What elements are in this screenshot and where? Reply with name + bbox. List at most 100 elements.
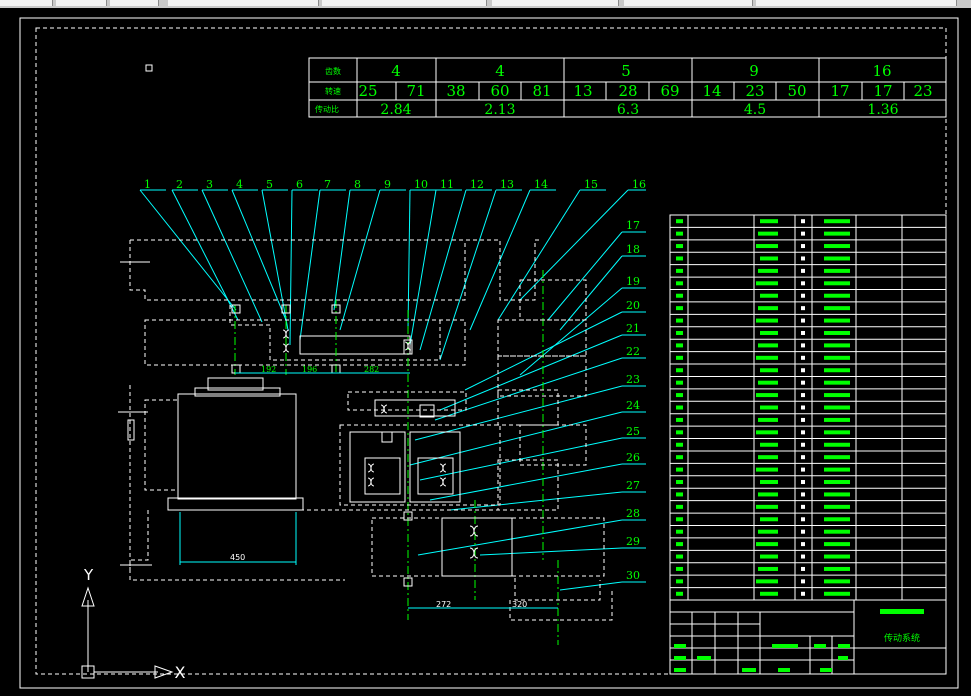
leader-line <box>519 287 623 376</box>
parts-list-name-glyph <box>756 281 778 286</box>
parts-list-name-glyph <box>760 517 778 522</box>
parts-list-material-glyph <box>824 318 850 323</box>
parts-list-index-glyph <box>676 455 683 460</box>
leader-number: 9 <box>384 178 391 191</box>
parts-list-material-glyph <box>824 219 850 224</box>
parts-list-qty-glyph <box>801 579 805 584</box>
leader-number: 20 <box>626 299 640 312</box>
parts-list-name-glyph <box>760 405 778 410</box>
leader-number: 7 <box>324 178 331 191</box>
speed-cell: 81 <box>532 82 551 100</box>
parts-list-index-glyph <box>676 318 683 323</box>
dim-282: 282 <box>364 365 379 374</box>
parts-list-qty-glyph <box>801 467 805 472</box>
parts-list-qty-glyph <box>801 554 805 559</box>
parts-list-index-glyph <box>676 393 683 398</box>
parts-list-material-glyph <box>824 554 850 559</box>
parts-list-index-glyph <box>676 554 683 559</box>
parts-list-index-glyph <box>676 504 683 509</box>
speed-cell: 28 <box>618 82 637 100</box>
parts-list-qty-glyph <box>801 343 805 348</box>
parts-list-index-glyph <box>676 244 683 249</box>
parts-list-material-glyph <box>824 244 850 249</box>
parts-list-material-glyph <box>824 306 850 311</box>
title-block: 传动系统 <box>669 599 947 675</box>
leader-number: 3 <box>206 178 213 191</box>
parts-list-name-glyph <box>760 442 778 447</box>
parts-list-material-glyph <box>824 330 850 335</box>
parts-list-name-glyph <box>760 554 778 559</box>
parts-list-qty-glyph <box>801 281 805 286</box>
drawing-canvas[interactable]: 齿数 转速 传动比 4 4 5 9 16 25 71 38 60 81 13 2… <box>0 0 971 696</box>
group-count: 4 <box>391 62 401 80</box>
parts-list-qty-glyph <box>801 504 805 509</box>
leader-number: 21 <box>626 322 640 335</box>
parts-list-qty-glyph <box>801 293 805 298</box>
parts-list-material-glyph <box>824 591 850 596</box>
speed-cell: 23 <box>913 82 932 100</box>
parts-list-index-glyph <box>676 417 683 422</box>
parts-list-index-glyph <box>676 268 683 273</box>
parts-list-index-glyph <box>676 442 683 447</box>
speed-cell: 69 <box>660 82 679 100</box>
ratio-cell: 2.13 <box>484 102 515 118</box>
parts-list-name-glyph <box>760 293 778 298</box>
leader-line <box>519 189 629 301</box>
speed-cell: 14 <box>702 82 721 100</box>
parts-list-name-glyph <box>756 579 778 584</box>
ucs-y-label: Y <box>83 566 94 584</box>
parts-list-index-glyph <box>676 430 683 435</box>
leader-number: 14 <box>534 178 548 191</box>
parts-list-qty-glyph <box>801 517 805 522</box>
parts-list-index-glyph <box>676 306 683 311</box>
dim-450: 450 <box>230 553 245 562</box>
parts-list-name-glyph <box>760 368 778 373</box>
parts-list-material-glyph <box>824 529 850 534</box>
parts-list-index-glyph <box>676 405 683 410</box>
leader-line <box>419 437 623 481</box>
leader-line <box>547 231 623 321</box>
leader-line <box>559 255 623 331</box>
leader-number: 30 <box>626 569 640 582</box>
parts-list-material-glyph <box>824 542 850 547</box>
parts-list-qty-glyph <box>801 268 805 273</box>
parts-list-qty-glyph <box>801 330 805 335</box>
speed-cell: 17 <box>830 82 849 100</box>
grip-marker[interactable] <box>145 64 153 72</box>
leader-line <box>419 189 467 351</box>
parts-list-name-glyph <box>756 430 778 435</box>
row-label-teeth: 齿数 <box>325 66 341 76</box>
parts-list-qty-glyph <box>801 318 805 323</box>
leader-line <box>339 189 381 331</box>
parts-list-qty-glyph <box>801 430 805 435</box>
parts-list-index-glyph <box>676 281 683 286</box>
drawing-title: 传动系统 <box>884 632 920 644</box>
leader-number: 18 <box>626 243 640 256</box>
leader-number: 8 <box>354 178 361 191</box>
parts-list-qty-glyph <box>801 256 805 261</box>
parts-list-name-glyph <box>758 529 778 534</box>
parts-list-qty-glyph <box>801 380 805 385</box>
leader-number: 12 <box>470 178 484 191</box>
row-label-speed: 转速 <box>325 86 341 96</box>
group-count: 5 <box>621 62 631 80</box>
parts-list-material-glyph <box>824 455 850 460</box>
parts-list-name-glyph <box>758 492 778 497</box>
leader-line <box>333 189 351 311</box>
leader-line <box>407 189 411 331</box>
school-name-bar <box>880 609 924 614</box>
parts-list-index-glyph <box>676 542 683 547</box>
parts-list-index-glyph <box>676 579 683 584</box>
parts-list-material-glyph <box>824 368 850 373</box>
parts-list-qty-glyph <box>801 417 805 422</box>
parts-list-qty-glyph <box>801 244 805 249</box>
inner-drawing-border <box>35 27 947 675</box>
parts-list-frame <box>669 214 947 601</box>
group-count: 4 <box>495 62 505 80</box>
parts-list-qty-glyph <box>801 492 805 497</box>
parts-list-material-glyph <box>824 405 850 410</box>
leader-number: 13 <box>500 178 514 191</box>
leader-number: 26 <box>626 451 640 464</box>
parts-list-name-glyph <box>756 244 778 249</box>
parts-list-index-glyph <box>676 467 683 472</box>
